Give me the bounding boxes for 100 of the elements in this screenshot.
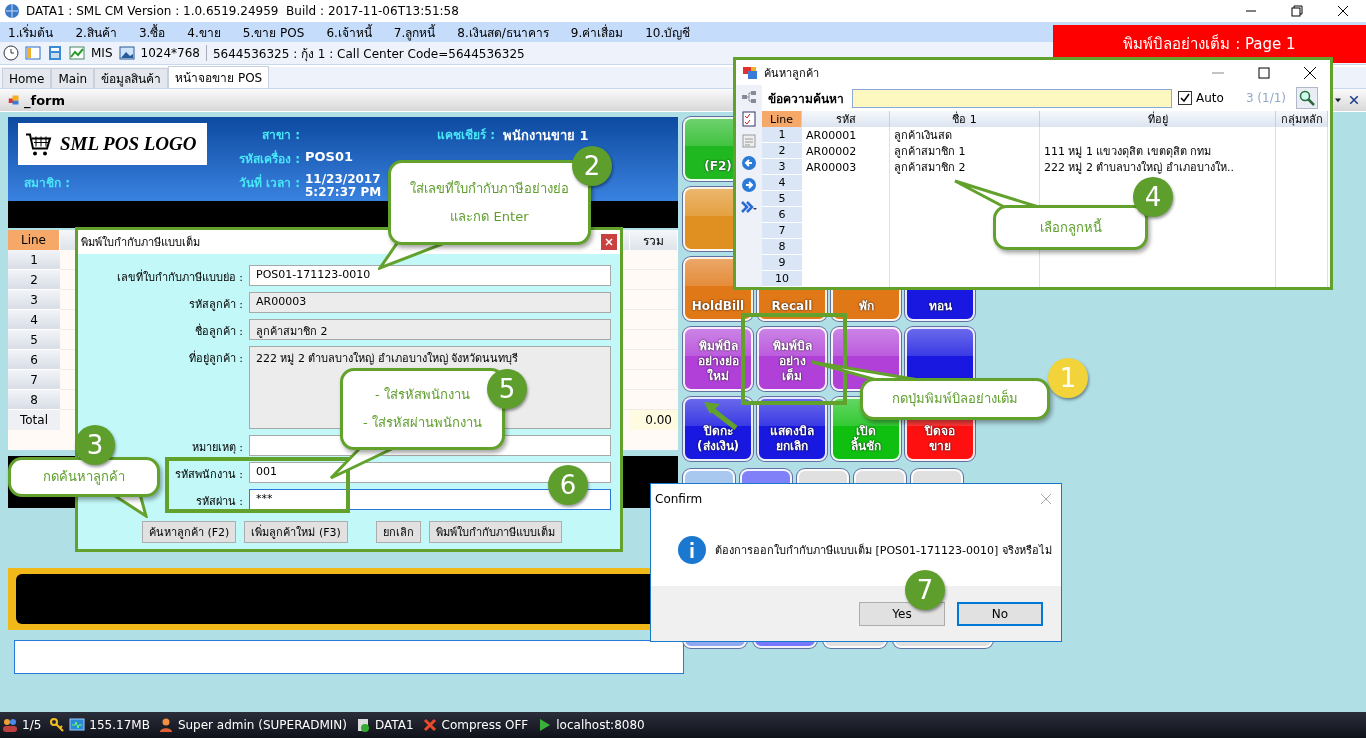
callout-text: - ใส่รหัสพนักงาน - ใส่รหัสผ่านพนักงาน [363,386,482,432]
dialog-button[interactable]: ยกเลิก [375,521,421,543]
field-label: รหัสพนักงาน : [174,467,243,483]
field-label: ที่อยู่ลูกค้า : [188,349,243,367]
table-cell: AR00002 [806,144,857,158]
total-value: 0.00 [630,410,678,430]
column-header: Line [762,111,802,127]
line-number: 8 [8,390,60,410]
window-title: DATA1 : SML CM Version : 1.0.6519.24959 Build : 2017-11-06T13:51:58 [26,4,460,18]
callout-text: กดค้นหาลูกค้า [43,468,125,487]
window-title: ค้นหาลูกค้า [764,65,820,82]
line-number: 10 [762,271,802,287]
tab[interactable]: ข้อมูลสินค้า [94,68,169,88]
result-count: 3 (1/1) [1245,91,1286,105]
field-value: พนักงานขาย 1 [503,127,589,145]
menu-item[interactable]: 3.ซื้อ [138,22,166,42]
column-header: กลุ่มหลัก [1276,111,1328,127]
dialog-title: พิมพ์ใบกำกับภาษีแบบเต็ม [81,234,200,251]
field-label: รหัสผ่าน : [195,494,243,510]
line-number: 4 [8,310,60,330]
dialog-button[interactable]: ค้นหาลูกค้า (F2) [142,521,237,543]
field-label: รหัสเครื่อง : [238,149,300,168]
menu-item[interactable]: 2.สินค้า [75,22,117,42]
menu-item[interactable]: 4.ขาย [187,22,221,42]
line-number: 3 [762,159,802,175]
dialog-button[interactable]: Yes [859,601,945,626]
table-cell-text: 222 หมู่ 2 ตำบลบางใหญ่ อำเภอบางให.. [1044,160,1234,175]
field-value: POS01 [305,149,355,166]
line-number: 2 [8,270,60,290]
status-text: localhost:8080 [556,718,645,732]
menu-item[interactable]: 6.เจ้าหนี้ [326,22,372,42]
menu-item[interactable]: 9.ค่าเสื่อม [570,22,624,42]
input-field[interactable]: ลูกค้าสมาชิก 2 [249,319,611,340]
field-label: วันที่ เวลา : [237,173,300,192]
pos-button[interactable]: พิมพ์บิล อย่างย่อ ใหม่ [683,327,753,391]
menu-item[interactable]: 8.เงินสด/ธนาคาร [457,22,549,42]
line-number: 7 [762,223,802,239]
checkbox-label: Auto [1196,91,1224,105]
field-label: แคชเชียร์ : [436,127,495,144]
table-cell-text: ลูกค้าสมาชิก 2 [894,160,966,175]
line-number: 4 [762,175,802,191]
line-number: 8 [762,239,802,255]
column-header: Line [8,230,60,250]
connection-info: 5644536325 : กุ้ง 1 : Call Center Code=5644536325 [212,45,525,63]
table-cell: AR00001 [806,128,857,142]
date-value: 11/23/2017 [305,173,382,186]
line-number: 2 [762,143,802,159]
dialog-button[interactable]: พิมพ์ใบกำกับภาษีแบบเต็ม [428,521,562,543]
field-label: ชื่อลูกค้า : [194,322,243,340]
table-cell-text: ลูกค้าสมาชิก 1 [894,144,966,159]
tab[interactable]: Home [2,68,52,88]
field-label: หมายเหตุ : [191,440,243,456]
column-header: รหัส [802,111,890,127]
callout-text: เลือกลูกหนี้ [1039,217,1102,238]
dialog-button[interactable]: เพิ่มลูกค้าใหม่ (F3) [244,521,348,543]
menu-item[interactable]: 10.บัญชี [645,22,691,42]
form-title: _form [24,92,66,108]
callout-text: ใส่เลขที่ใบกำกับภาษีอย่างย่อ และกด Enter [410,179,569,226]
input-field[interactable]: AR00003 [249,292,611,313]
column-header: รวม [630,230,678,250]
search-label: ข้อความค้นหา [768,90,844,108]
tab[interactable]: หน้าจอขาย POS [168,66,270,88]
field-label: สาขา : [261,127,300,144]
tab[interactable]: Main [51,68,95,88]
status-text: Super admin (SUPERADMIN) [177,718,348,732]
column-header: ที่อยู่ [1040,111,1276,127]
total-label: Total [8,410,60,430]
line-number: 5 [762,191,802,207]
field-label: เลขที่ใบกำกับภาษีแบบย่อ : [116,268,243,286]
table-cell-text: 111 หมู่ 1 แขวงดุสิต เขตดุสิต กทม [1044,144,1212,159]
line-number: 5 [8,330,60,350]
line-number: 9 [762,255,802,271]
column-header: ชื่อ 1 [890,111,1040,127]
table-cell: AR00003 [806,160,857,174]
pos-button[interactable]: แสดงบิล ยกเลิก [757,397,827,461]
line-number: 6 [762,207,802,223]
toolbar-item[interactable]: MIS [91,46,113,60]
dialog-message: ต้องการออกใบกำกับภาษีแบบเต็ม [POS01-171123-0010] จริงหรือไม่ [715,542,1052,559]
line-number: 6 [8,350,60,370]
line-number: 7 [8,370,60,390]
toolbar-item[interactable]: 1024*768 [140,46,200,60]
menu-item[interactable]: 1.เริ่มต้น [8,22,54,42]
time-value: 5:27:37 PM [305,186,383,199]
line-number: 3 [8,290,60,310]
menu-item[interactable]: 5.ขาย POS [242,22,305,42]
status-text: 155.17MB [89,718,150,732]
table-cell-text: ลูกค้าเงินสด [894,128,952,143]
dialog-title: Confirm [655,492,703,506]
menu-item[interactable]: 7.ลูกหนี้ [393,22,436,42]
status-text: Compress OFF [441,718,529,732]
line-number: 1 [762,127,802,143]
pos-button[interactable]: พิมพ์บิล อย่าง เต็ม [757,327,827,391]
status-text: 1/5 [22,718,42,732]
logo-text: SML POS LOGO [60,133,197,155]
field-label: สมาชิก : [23,175,71,192]
pos-button[interactable]: ปิดกะ (ส่งเงิน) [683,397,753,461]
status-text: DATA1 [375,718,414,732]
field-label: รหัสลูกค้า : [188,297,243,313]
line-number: 1 [8,250,60,270]
dialog-button[interactable]: No [957,601,1043,626]
